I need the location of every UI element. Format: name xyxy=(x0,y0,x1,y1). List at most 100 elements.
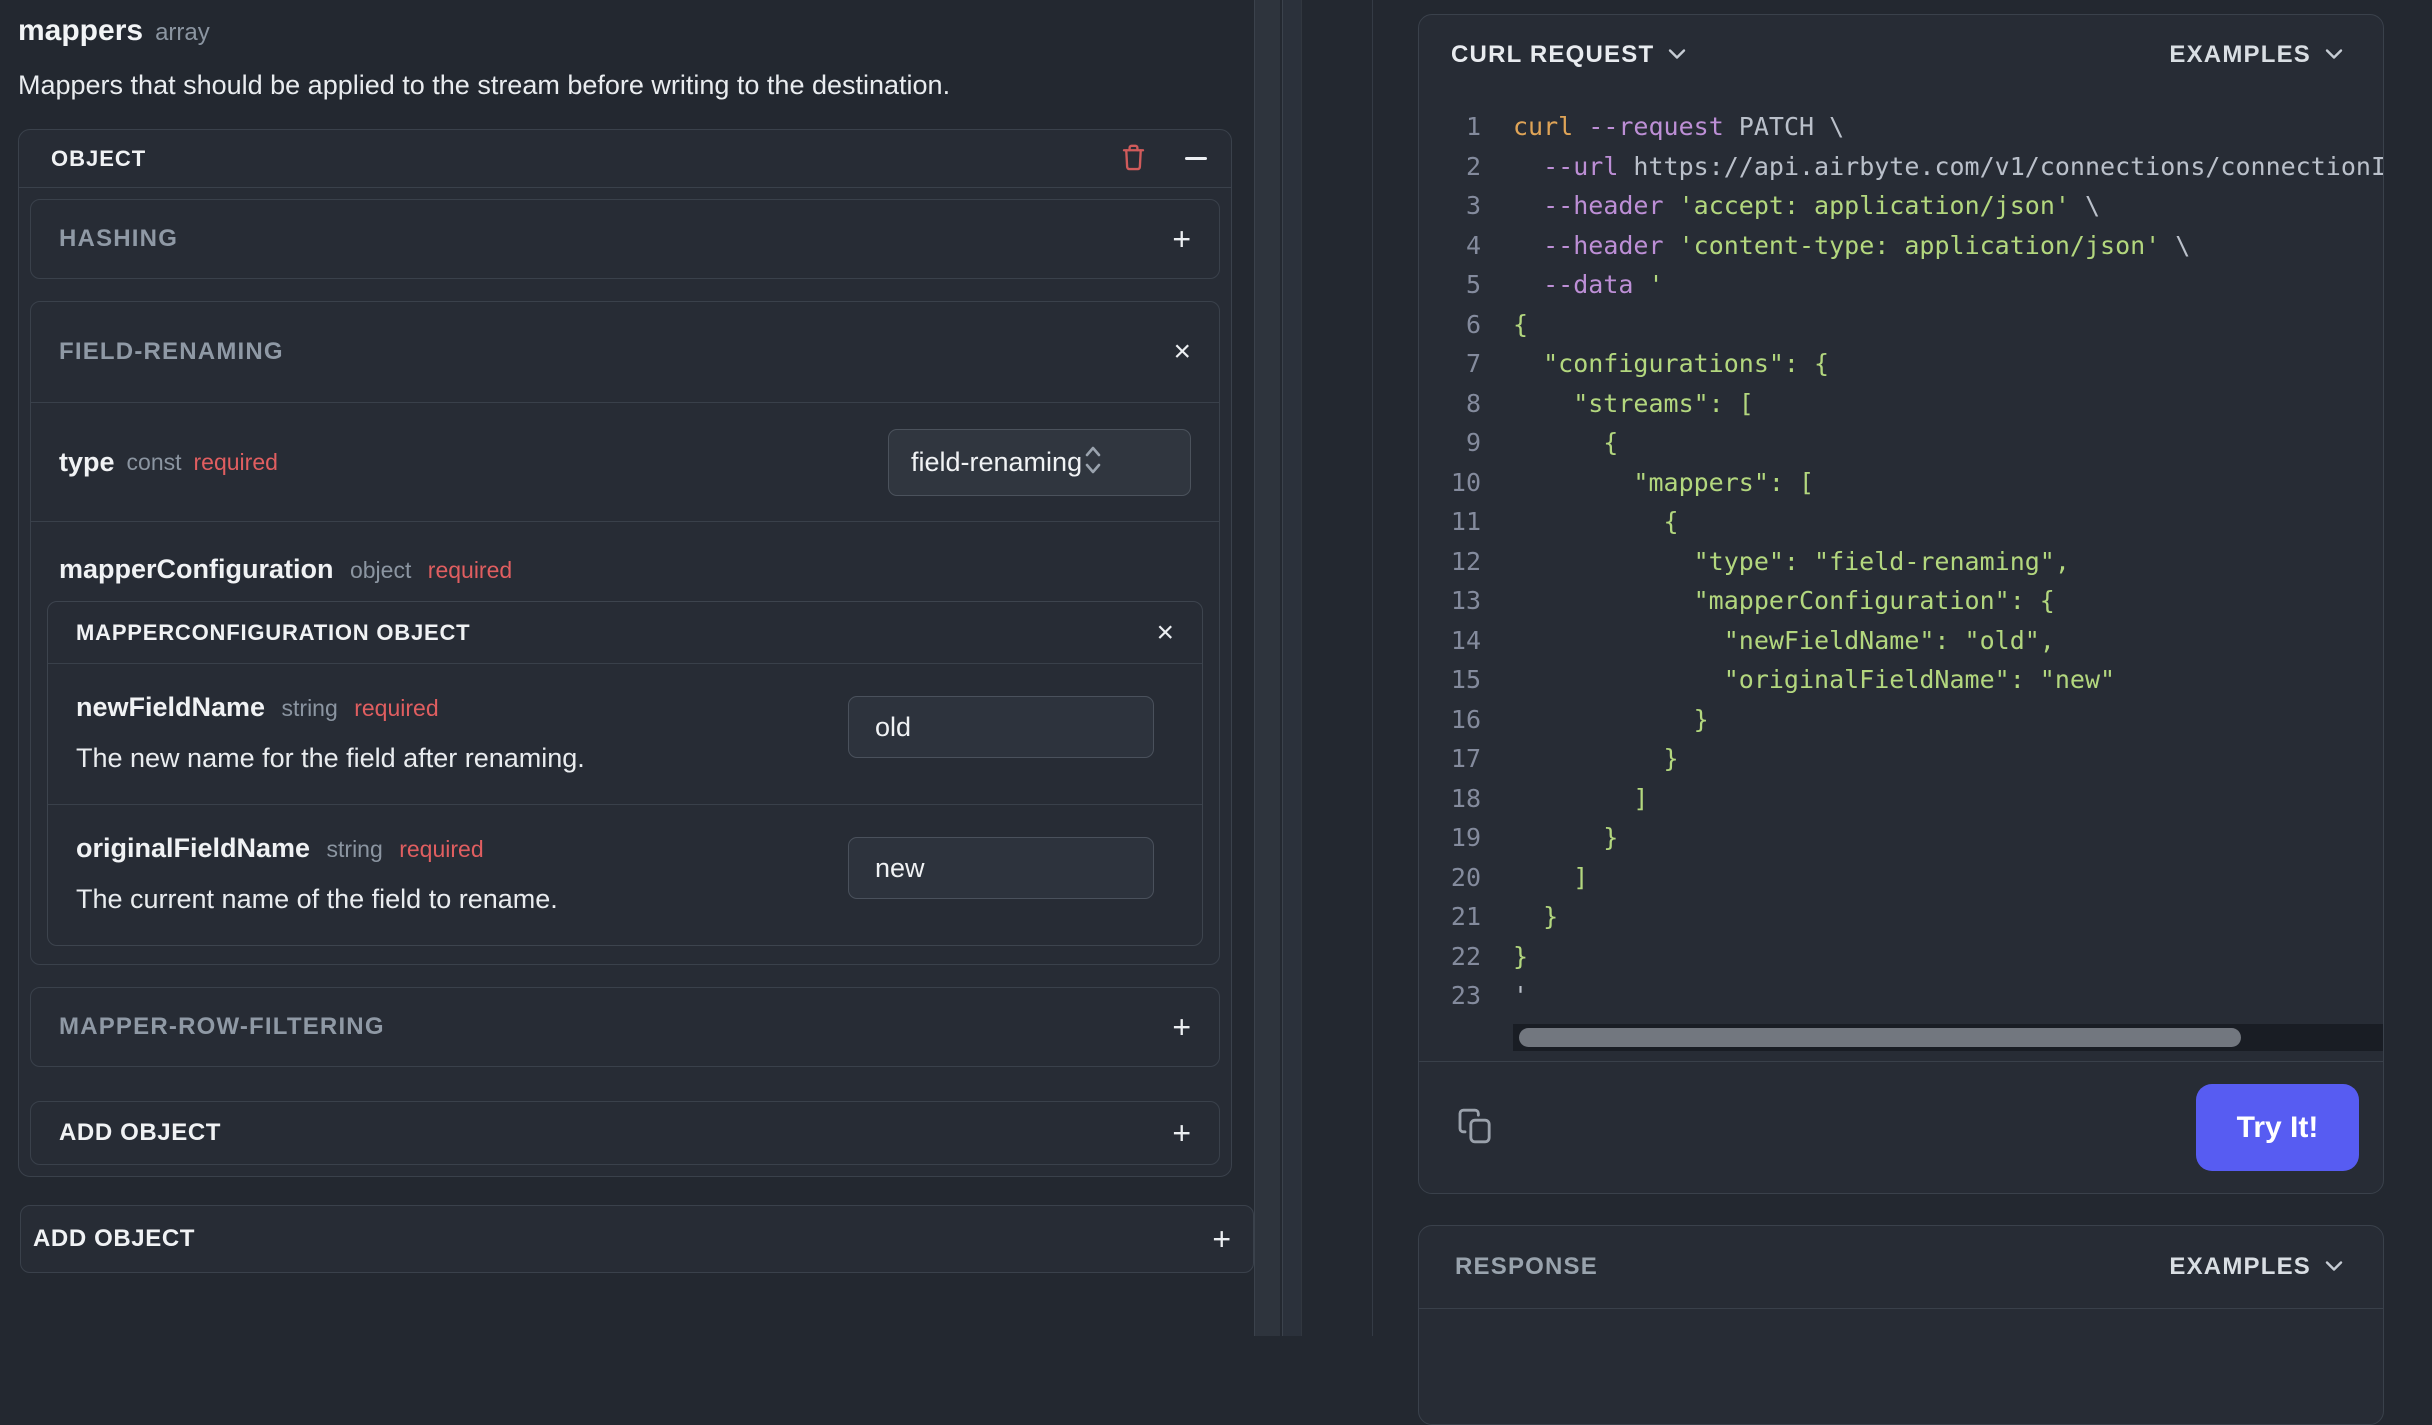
select-chevrons-icon xyxy=(1082,443,1104,482)
page-title: mappers array xyxy=(18,14,1232,48)
type-property-kind: const xyxy=(126,448,182,475)
plus-icon: + xyxy=(1172,1115,1191,1151)
type-property-row: type const required field-renaming xyxy=(31,402,1219,521)
code-line: 17 } xyxy=(1450,744,1679,774)
section-mapper-row-filtering[interactable]: MAPPER-ROW-FILTERING + xyxy=(30,987,1220,1067)
response-examples-dropdown[interactable]: EXAMPLES xyxy=(2169,1253,2343,1281)
close-icon: × xyxy=(1173,335,1191,368)
column-divider-line xyxy=(1372,0,1373,1336)
object-card-title: OBJECT xyxy=(51,145,147,171)
curl-request-title: CURL REQUEST xyxy=(1451,41,1655,68)
new-field-name-input[interactable] xyxy=(848,696,1154,758)
code-line: 19 } xyxy=(1450,823,1619,853)
code-line: 1 curl --request PATCH \ xyxy=(1465,112,1845,142)
code-line: 16 } xyxy=(1450,704,1709,734)
horizontal-scrollbar-thumb[interactable] xyxy=(1519,1027,2241,1047)
code-line: 13 "mapperConfiguration": { xyxy=(1450,586,2055,616)
divider-strip xyxy=(1282,0,1302,1336)
add-object-inner[interactable]: ADD OBJECT + xyxy=(30,1101,1220,1165)
scrollbar-track[interactable] xyxy=(1254,0,1280,1336)
type-select-value: field-renaming xyxy=(911,446,1083,477)
chevron-down-icon xyxy=(2325,1260,2343,1275)
code-line: 12 "type": "field-renaming", xyxy=(1450,546,2070,576)
field-renaming-header: FIELD-RENAMING × xyxy=(31,302,1219,402)
property-type-badge: array xyxy=(155,19,210,46)
examples-dropdown[interactable]: EXAMPLES xyxy=(2169,41,2343,69)
plus-icon: + xyxy=(1212,1221,1231,1257)
section-mapper-row-filtering-label: MAPPER-ROW-FILTERING xyxy=(59,1013,385,1040)
new-field-name-description: The new name for the field after renamin… xyxy=(76,743,585,773)
horizontal-scrollbar[interactable] xyxy=(1513,1023,2383,1051)
property-name: mappers xyxy=(18,14,144,47)
curl-request-header: CURL REQUEST EXAMPLES xyxy=(1419,15,2383,85)
code-line: 9 { xyxy=(1465,428,1619,458)
code-line: 2 --url https://api.airbyte.com/v1/conne… xyxy=(1465,151,2383,181)
code-line: 5 --data ' xyxy=(1465,270,1664,300)
try-it-button[interactable]: Try It! xyxy=(2196,1084,2359,1171)
code-line: 4 --header 'content-type: application/js… xyxy=(1465,230,2191,260)
code-line: 8 "streams": [ xyxy=(1465,388,1754,418)
original-field-name-label: originalFieldName xyxy=(76,833,311,863)
mapper-configuration-name: mapperConfiguration xyxy=(59,554,334,584)
curl-request-footer: Try It! xyxy=(1419,1061,2383,1193)
curl-request-panel: CURL REQUEST EXAMPLES 1 curl --request PA… xyxy=(1418,14,2384,1194)
mapper-configuration-card-header: MAPPERCONFIGURATION OBJECT × xyxy=(48,602,1202,664)
add-hashing-button[interactable]: + xyxy=(1172,223,1191,255)
chevron-down-icon xyxy=(2325,48,2343,63)
section-hashing[interactable]: HASHING + xyxy=(30,199,1220,279)
add-object-outer-button[interactable]: + xyxy=(1212,1223,1231,1255)
add-mapper-row-filtering-button[interactable]: + xyxy=(1172,1011,1191,1043)
new-field-name-label: newFieldName xyxy=(76,692,266,722)
copy-code-button[interactable] xyxy=(1455,1106,1495,1149)
add-object-outer-label: ADD OBJECT xyxy=(33,1225,196,1252)
trash-icon xyxy=(1120,143,1147,175)
section-field-renaming: FIELD-RENAMING × type const required fie… xyxy=(30,301,1220,965)
response-header: RESPONSE EXAMPLES xyxy=(1419,1226,2383,1309)
code-lines: 1 curl --request PATCH \ 2 --url https://a… xyxy=(1419,85,2383,1016)
original-field-name-required: required xyxy=(399,836,484,862)
code-line: 7 "configurations": { xyxy=(1465,349,1830,379)
new-field-name-required: required xyxy=(354,695,439,721)
plus-icon: + xyxy=(1172,1009,1191,1045)
code-line: 18 ] xyxy=(1450,783,1649,813)
object-card: OBJECT HASHING + FIELD-RENAMING × type c… xyxy=(18,129,1232,1177)
close-icon: × xyxy=(1156,615,1174,649)
copy-icon xyxy=(1455,1106,1495,1149)
type-select[interactable]: field-renaming xyxy=(888,428,1191,496)
response-panel: RESPONSE EXAMPLES xyxy=(1418,1225,2384,1425)
original-field-name-input[interactable] xyxy=(848,837,1154,899)
mapper-configuration-required: required xyxy=(427,557,513,583)
response-examples-label: EXAMPLES xyxy=(2169,1253,2311,1280)
code-line: 10 "mappers": [ xyxy=(1450,467,1815,497)
object-card-body: HASHING + FIELD-RENAMING × type const re… xyxy=(19,188,1231,1176)
delete-object-button[interactable] xyxy=(1120,143,1147,175)
collapse-object-button[interactable] xyxy=(1185,157,1207,160)
mapper-configuration-card: MAPPERCONFIGURATION OBJECT × newFieldNam… xyxy=(47,601,1203,946)
object-card-header: OBJECT xyxy=(19,130,1231,188)
code-line: 15 "originalFieldName": "new" xyxy=(1450,665,2116,695)
examples-label: EXAMPLES xyxy=(2169,41,2311,68)
new-field-name-row: newFieldName string required The new nam… xyxy=(48,664,1202,804)
original-field-name-description: The current name of the field to rename. xyxy=(76,884,558,914)
original-field-name-kind: string xyxy=(326,836,383,862)
plus-icon: + xyxy=(1172,221,1191,257)
minus-icon xyxy=(1185,157,1207,160)
add-object-inner-button[interactable]: + xyxy=(1172,1117,1191,1149)
property-description: Mappers that should be applied to the st… xyxy=(18,70,951,100)
close-mapper-configuration-button[interactable]: × xyxy=(1156,615,1174,649)
code-line: 20 ] xyxy=(1450,862,1589,892)
schema-panel: mappers array Mappers that should be appl… xyxy=(0,0,1254,1336)
code-line: 22} xyxy=(1450,941,1529,971)
add-object-outer[interactable]: ADD OBJECT + xyxy=(20,1205,1254,1273)
response-title: RESPONSE xyxy=(1455,1253,1598,1280)
code-line: 21 } xyxy=(1450,902,1559,932)
curl-request-dropdown[interactable]: CURL REQUEST xyxy=(1451,41,1686,69)
original-field-name-row: originalFieldName string required The cu… xyxy=(48,804,1202,945)
panel-divider xyxy=(1253,0,1303,1336)
code-line: 14 "newFieldName": "old", xyxy=(1450,625,2055,655)
mapper-configuration-kind: object xyxy=(349,557,412,583)
code-line: 6{ xyxy=(1465,309,1529,339)
remove-field-renaming-button[interactable]: × xyxy=(1173,337,1191,367)
code-line: 3 --header 'accept: application/json' \ xyxy=(1465,191,2101,221)
chevron-down-icon xyxy=(1668,48,1686,63)
